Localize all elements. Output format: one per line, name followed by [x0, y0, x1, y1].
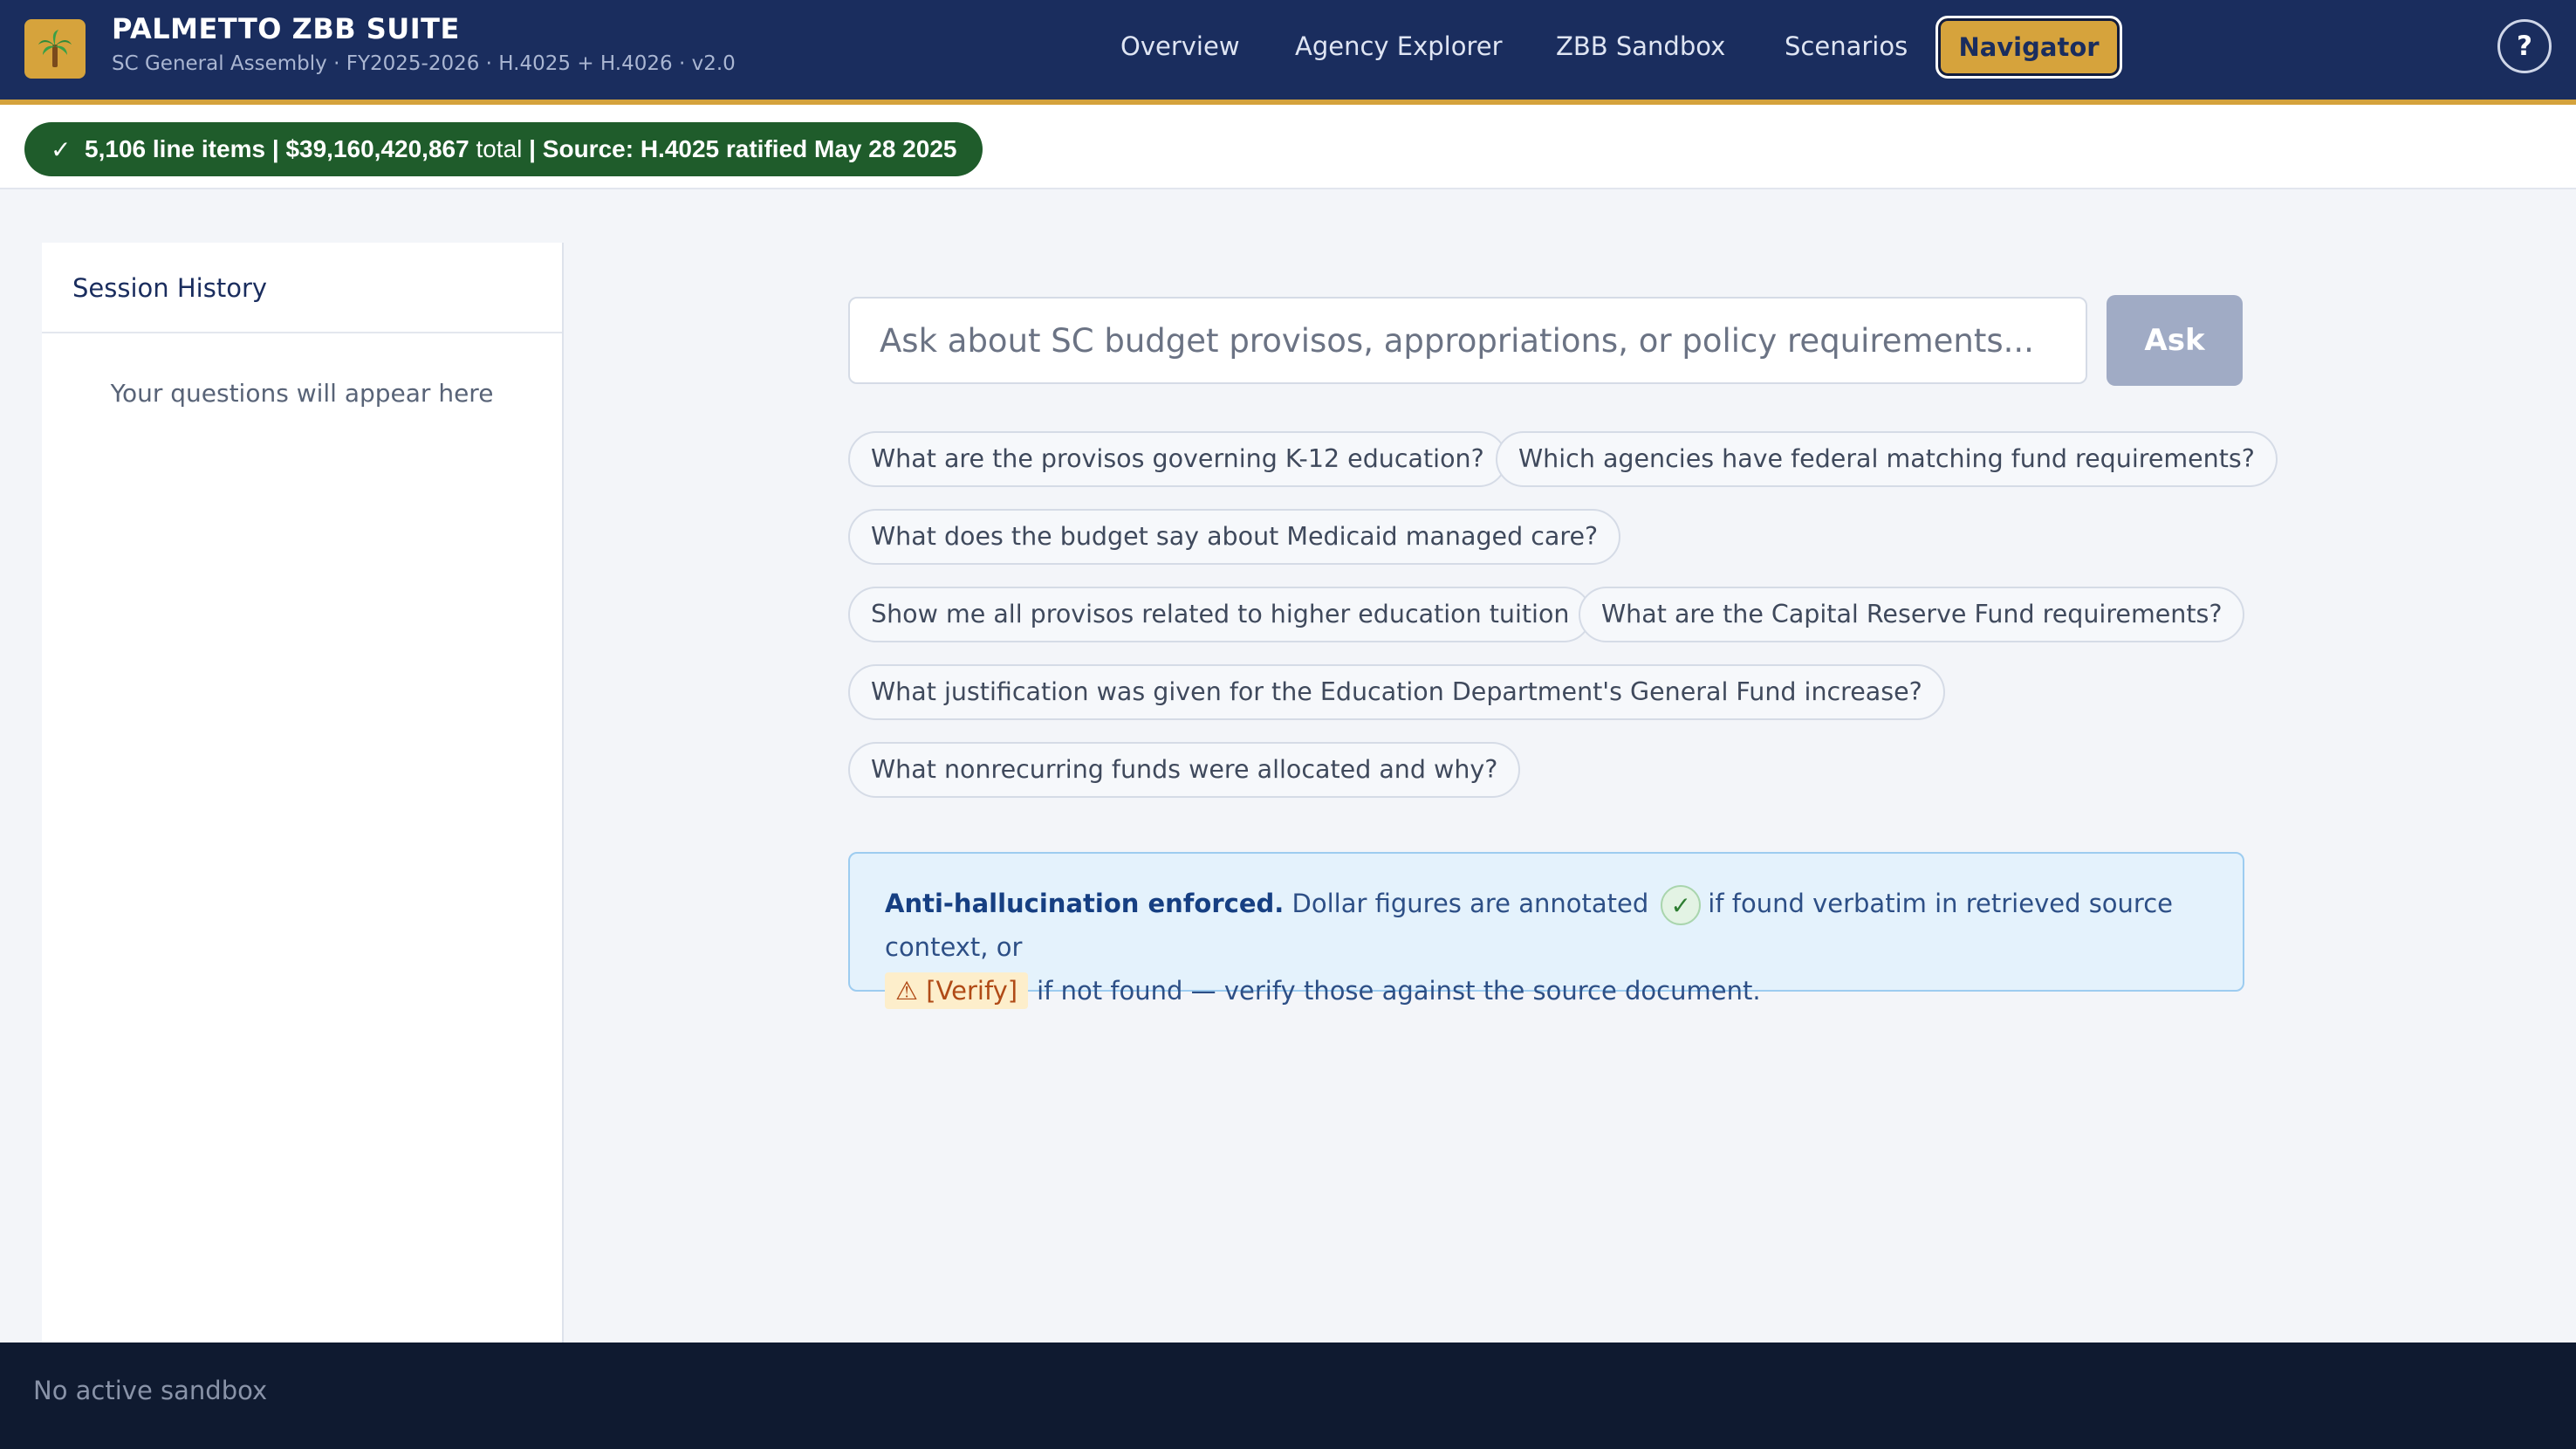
suggestion-chip[interactable]: What nonrecurring funds were allocated a… [848, 742, 1521, 798]
notice-text: if not found — verify those against the … [1037, 976, 1761, 1006]
suggestion-chip[interactable]: What are the Capital Reserve Fund requir… [1579, 587, 2245, 642]
session-history-panel: Session History Your questions will appe… [42, 243, 564, 1343]
suggestion-chip[interactable]: What does the budget say about Medicaid … [848, 509, 1621, 565]
ask-input[interactable] [848, 297, 2087, 384]
anti-hallucination-notice: Anti-hallucination enforced. Dollar figu… [848, 852, 2244, 1009]
total-amount: $39,160,420,867 [285, 135, 469, 162]
app-title: PALMETTO ZBB SUITE [112, 12, 460, 45]
nav-tab-agency-explorer[interactable]: Agency Explorer [1295, 24, 1503, 68]
status-separator: | [529, 135, 537, 162]
status-separator: | [271, 135, 279, 162]
help-button[interactable]: ? [2497, 19, 2552, 73]
status-strip: ✓ 5,106 line items | $39,160,420,867 tot… [0, 105, 2576, 189]
session-history-title: Session History [42, 243, 562, 333]
sandbox-status: No active sandbox [33, 1376, 268, 1405]
verified-check-icon: ✓ [1661, 885, 1702, 925]
app-header: PALMETTO ZBB SUITE SC General Assembly ·… [0, 0, 2576, 105]
suggestion-chip[interactable]: What are the provisos governing K-12 edu… [848, 431, 1507, 487]
source-label: Source: H.4025 ratified May 28 2025 [542, 135, 957, 162]
notice-text: Dollar figures are annotated [1291, 889, 1649, 918]
total-label: total [476, 135, 523, 162]
session-history-empty: Your questions will appear here [110, 379, 494, 408]
line-items-count: 5,106 line items [85, 135, 266, 162]
suggestion-chip[interactable]: Show me all provisos related to higher e… [848, 587, 1593, 642]
check-icon: ✓ [51, 135, 72, 163]
nav-tab-navigator[interactable]: Navigator [1935, 16, 2122, 79]
nav-tab-zbb-sandbox[interactable]: ZBB Sandbox [1556, 24, 1725, 68]
nav-tab-scenarios[interactable]: Scenarios [1785, 24, 1908, 68]
status-footer: No active sandbox [0, 1343, 2576, 1449]
data-status-badge: ✓ 5,106 line items | $39,160,420,867 tot… [24, 122, 983, 176]
suggestion-chip[interactable]: What justification was given for the Edu… [848, 664, 1945, 720]
palm-tree-icon[interactable] [24, 19, 86, 79]
suggestion-chip[interactable]: Which agencies have federal matching fun… [1496, 431, 2278, 487]
app-subtitle: SC General Assembly · FY2025-2026 · H.40… [112, 52, 736, 75]
ask-button[interactable]: Ask [2107, 295, 2243, 386]
notice-heading: Anti-hallucination enforced. [885, 889, 1285, 918]
nav-tab-overview[interactable]: Overview [1120, 24, 1240, 68]
verify-warning-badge: ⚠ [Verify] [885, 972, 1029, 1009]
